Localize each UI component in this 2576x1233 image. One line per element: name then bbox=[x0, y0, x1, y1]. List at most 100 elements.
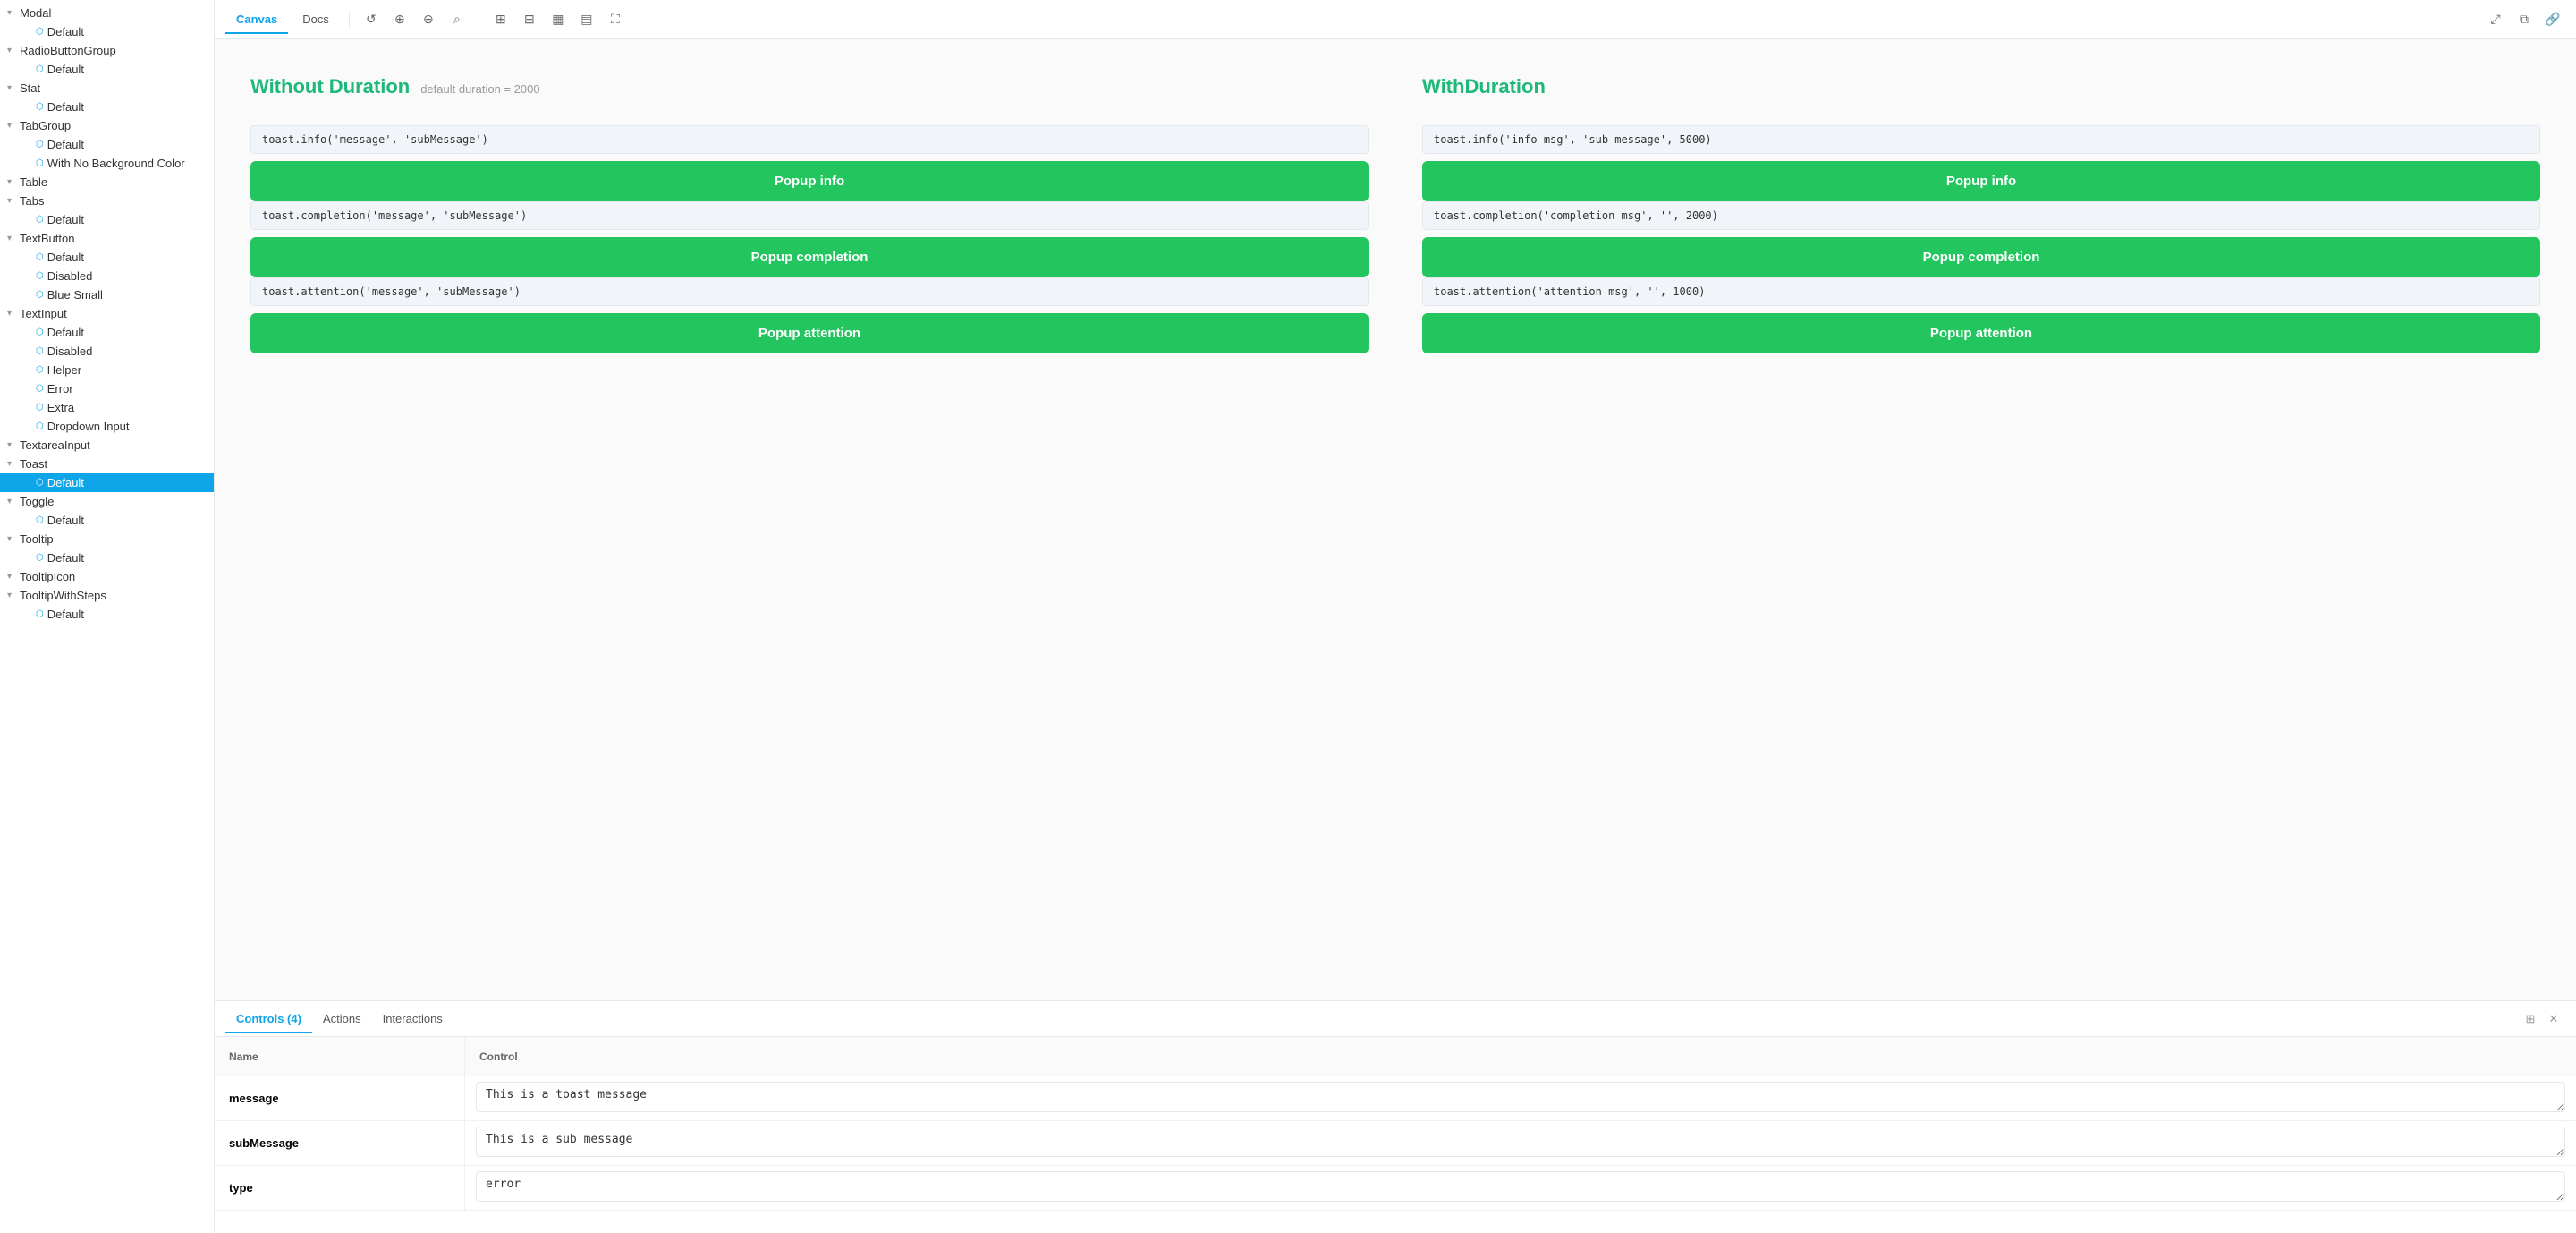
panel-close-icon-btn[interactable]: ✕ bbox=[2542, 1008, 2565, 1031]
sidebar-item-modal[interactable]: ▾Modal bbox=[0, 4, 214, 22]
sidebar-item-textinput-error[interactable]: ⬡Error bbox=[0, 379, 214, 398]
expand-icon[interactable]: ▾ bbox=[7, 196, 20, 206]
sidebar-item-label: Table bbox=[20, 175, 207, 189]
component-icon: ⬡ bbox=[36, 346, 44, 356]
popup-btn-0[interactable]: Popup info bbox=[250, 161, 1368, 201]
sidebar-item-textinput-helper[interactable]: ⬡Helper bbox=[0, 361, 214, 379]
expand-icon[interactable]: ▾ bbox=[7, 8, 20, 18]
control-input-wrap-0 bbox=[476, 1082, 2565, 1115]
expand-icon[interactable]: ▾ bbox=[7, 459, 20, 469]
component-icon: ⬡ bbox=[36, 64, 44, 74]
sidebar-item-table[interactable]: ▾Table bbox=[0, 173, 214, 191]
tab-docs[interactable]: Docs bbox=[292, 5, 340, 33]
image-icon-btn[interactable]: ⊞ bbox=[488, 7, 513, 32]
sidebar-item-toast[interactable]: ▾Toast bbox=[0, 455, 214, 473]
right-column-header: WithDuration bbox=[1422, 75, 2540, 98]
sidebar-item-label: TabGroup bbox=[20, 119, 207, 132]
grid-icon-btn[interactable]: ⊟ bbox=[517, 7, 542, 32]
sidebar-item-stat[interactable]: ▾Stat bbox=[0, 79, 214, 98]
tab-canvas[interactable]: Canvas bbox=[225, 5, 288, 33]
sidebar-item-tabgroup[interactable]: ▾TabGroup bbox=[0, 116, 214, 135]
control-input-2[interactable] bbox=[476, 1171, 2565, 1202]
sidebar-item-tooltip-default[interactable]: ⬡Default bbox=[0, 548, 214, 567]
panel-tab-actions[interactable]: Actions bbox=[312, 1005, 372, 1033]
sidebar-item-textbutton-default[interactable]: ⬡Default bbox=[0, 248, 214, 267]
layout-icon-btn[interactable]: ▦ bbox=[546, 7, 571, 32]
sidebar-item-textinput-default[interactable]: ⬡Default bbox=[0, 323, 214, 342]
sidebar-item-modal-default[interactable]: ⬡Default bbox=[0, 22, 214, 41]
zoom-out-icon-btn[interactable]: ⊖ bbox=[416, 7, 441, 32]
expand-icon[interactable]: ▾ bbox=[7, 234, 20, 243]
sidebar-item-textbutton[interactable]: ▾TextButton bbox=[0, 229, 214, 248]
sidebar-item-textinput-disabled[interactable]: ⬡Disabled bbox=[0, 342, 214, 361]
sidebar-item-tabs[interactable]: ▾Tabs bbox=[0, 191, 214, 210]
refresh-icon-btn[interactable]: ↺ bbox=[359, 7, 384, 32]
toast-demo-block-1: toast.completion('message', 'subMessage'… bbox=[250, 201, 1368, 277]
expand-icon[interactable]: ▾ bbox=[7, 572, 20, 582]
search-icon-btn[interactable]: ⌕ bbox=[445, 7, 470, 32]
expand-icon[interactable]: ▾ bbox=[7, 309, 20, 319]
code-label-2: toast.attention('message', 'subMessage') bbox=[250, 277, 1368, 306]
sidebar-item-tabs-default[interactable]: ⬡Default bbox=[0, 210, 214, 229]
control-input-0[interactable] bbox=[476, 1082, 2565, 1112]
sidebar-item-textbutton-bluesm[interactable]: ⬡Blue Small bbox=[0, 285, 214, 304]
controls-table-header: Name Control bbox=[215, 1037, 2576, 1076]
sidebar-item-textareainput[interactable]: ▾TextareaInput bbox=[0, 436, 214, 455]
component-icon: ⬡ bbox=[36, 140, 44, 149]
sidebar-item-radiobuttongroup[interactable]: ▾RadioButtonGroup bbox=[0, 41, 214, 60]
panel-tab-controls[interactable]: Controls (4) bbox=[225, 1005, 312, 1033]
sidebar-item-tooltipwithsteps-default[interactable]: ⬡Default bbox=[0, 605, 214, 624]
expand-icon[interactable]: ▾ bbox=[7, 121, 20, 131]
fullscreen-icon-btn[interactable]: ⛶ bbox=[603, 7, 628, 32]
sidebar-item-radiobuttongroup-default[interactable]: ⬡Default bbox=[0, 60, 214, 79]
sidebar-item-toggle[interactable]: ▾Toggle bbox=[0, 492, 214, 511]
zoom-in-icon-btn[interactable]: ⊕ bbox=[387, 7, 412, 32]
sidebar-item-label: TooltipIcon bbox=[20, 570, 207, 583]
expand-icon[interactable]: ▾ bbox=[7, 591, 20, 600]
sidebar-item-label: Dropdown Input bbox=[47, 420, 207, 433]
responsive-icon-btn[interactable]: ▤ bbox=[574, 7, 599, 32]
expand-icon[interactable]: ▾ bbox=[7, 497, 20, 506]
expand-icon[interactable]: ▾ bbox=[7, 83, 20, 93]
sidebar-item-toast-default[interactable]: ⬡Default bbox=[0, 473, 214, 492]
sidebar-item-tooltipwithsteps[interactable]: ▾TooltipWithSteps bbox=[0, 586, 214, 605]
expand-icon-btn[interactable]: ⤢ bbox=[2483, 7, 2508, 32]
left-column: Without Duration default duration = 2000… bbox=[250, 75, 1368, 353]
expand-icon[interactable]: ▾ bbox=[7, 440, 20, 450]
sidebar-item-tooltip[interactable]: ▾Tooltip bbox=[0, 530, 214, 548]
code-label-2: toast.attention('attention msg', '', 100… bbox=[1422, 277, 2540, 306]
popup-btn-1[interactable]: Popup completion bbox=[250, 237, 1368, 277]
control-name-0: message bbox=[215, 1076, 465, 1120]
sidebar-item-tabgroup-nobg[interactable]: ⬡With No Background Color bbox=[0, 154, 214, 173]
sidebar-item-textinput-dropdown[interactable]: ⬡Dropdown Input bbox=[0, 417, 214, 436]
popup-btn-2[interactable]: Popup attention bbox=[1422, 313, 2540, 353]
expand-icon[interactable]: ▾ bbox=[7, 534, 20, 544]
control-name-2: type bbox=[215, 1166, 465, 1210]
sidebar-item-textbutton-disabled[interactable]: ⬡Disabled bbox=[0, 267, 214, 285]
panel-split-icon-btn[interactable]: ⊞ bbox=[2519, 1008, 2542, 1031]
panel-tabs-list: Controls (4)ActionsInteractions bbox=[225, 1005, 453, 1033]
right-column-title: WithDuration bbox=[1422, 75, 1546, 98]
expand-icon[interactable]: ▾ bbox=[7, 46, 20, 55]
control-value-col-0 bbox=[465, 1076, 2576, 1120]
sidebar-item-textinput-extra[interactable]: ⬡Extra bbox=[0, 398, 214, 417]
expand-icon[interactable]: ▾ bbox=[7, 177, 20, 187]
code-label-1: toast.completion('message', 'subMessage'… bbox=[250, 201, 1368, 230]
sidebar-item-tooltipicon[interactable]: ▾TooltipIcon bbox=[0, 567, 214, 586]
sidebar-item-stat-default[interactable]: ⬡Default bbox=[0, 98, 214, 116]
external-icon-btn[interactable]: ⧉ bbox=[2512, 7, 2537, 32]
sidebar-item-textinput[interactable]: ▾TextInput bbox=[0, 304, 214, 323]
component-icon: ⬡ bbox=[36, 384, 44, 394]
sidebar-item-tabgroup-default[interactable]: ⬡Default bbox=[0, 135, 214, 154]
component-icon: ⬡ bbox=[36, 252, 44, 262]
control-input-1[interactable] bbox=[476, 1127, 2565, 1157]
link-icon-btn[interactable]: 🔗 bbox=[2540, 7, 2565, 32]
popup-btn-1[interactable]: Popup completion bbox=[1422, 237, 2540, 277]
panel-tabs: Controls (4)ActionsInteractions ⊞ ✕ bbox=[215, 1001, 2576, 1037]
popup-btn-2[interactable]: Popup attention bbox=[250, 313, 1368, 353]
panel-tab-interactions[interactable]: Interactions bbox=[372, 1005, 453, 1033]
col-control-header: Control bbox=[465, 1037, 2576, 1076]
sidebar-item-toggle-default[interactable]: ⬡Default bbox=[0, 511, 214, 530]
toolbar-separator-1 bbox=[349, 11, 350, 29]
popup-btn-0[interactable]: Popup info bbox=[1422, 161, 2540, 201]
